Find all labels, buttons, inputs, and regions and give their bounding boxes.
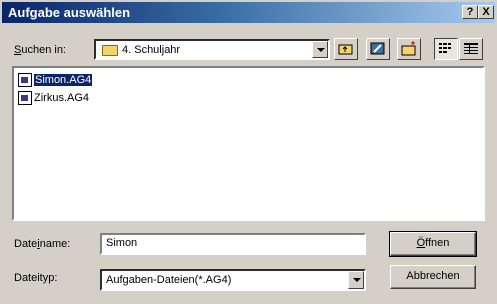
- dialog-title: Aufgabe auswählen: [8, 5, 131, 20]
- filetype-dropdown-button[interactable]: [348, 271, 364, 289]
- list-view-button[interactable]: [434, 38, 458, 60]
- file-list[interactable]: Simon.AG4 Zirkus.AG4: [12, 66, 485, 221]
- close-button[interactable]: X: [478, 5, 494, 19]
- lookin-label: Suchen in:: [14, 44, 66, 56]
- help-button[interactable]: ?: [462, 5, 478, 19]
- list-view-icon: [439, 43, 451, 53]
- ag4-file-icon: [18, 73, 32, 87]
- folder-icon: [102, 44, 118, 56]
- ag4-file-icon: [18, 91, 32, 105]
- lookin-value: 4. Schuljahr: [122, 44, 181, 56]
- open-button[interactable]: Öffnen: [389, 231, 477, 257]
- file-name: Simon.AG4: [34, 74, 93, 86]
- list-item[interactable]: Zirkus.AG4: [18, 90, 89, 106]
- up-folder-button[interactable]: [334, 38, 358, 60]
- filename-label: Dateiname:: [14, 238, 71, 250]
- filetype-value: Aufgaben-Dateien(*.AG4): [106, 274, 232, 286]
- open-dialog: Aufgabe auswählen ? X Suchen in: 4. Schu…: [0, 0, 497, 304]
- list-item[interactable]: Simon.AG4: [18, 72, 93, 88]
- new-folder-button[interactable]: [397, 38, 421, 60]
- desktop-icon: [370, 42, 385, 55]
- new-folder-icon: [401, 41, 416, 56]
- title-bar[interactable]: Aufgabe auswählen ? X: [2, 2, 495, 23]
- filetype-label: Dateityp:: [14, 272, 58, 284]
- lookin-dropdown-button[interactable]: [312, 41, 328, 58]
- file-name: Zirkus.AG4: [34, 92, 90, 104]
- lookin-combo[interactable]: 4. Schuljahr: [94, 39, 330, 60]
- up-folder-icon: [338, 44, 353, 55]
- cancel-button[interactable]: Abbrechen: [390, 265, 476, 289]
- desktop-button[interactable]: [366, 38, 390, 60]
- details-view-button[interactable]: [459, 38, 483, 60]
- filename-input[interactable]: Simon: [100, 233, 366, 255]
- details-view-icon: [464, 43, 478, 54]
- filetype-combo[interactable]: Aufgaben-Dateien(*.AG4): [100, 269, 366, 291]
